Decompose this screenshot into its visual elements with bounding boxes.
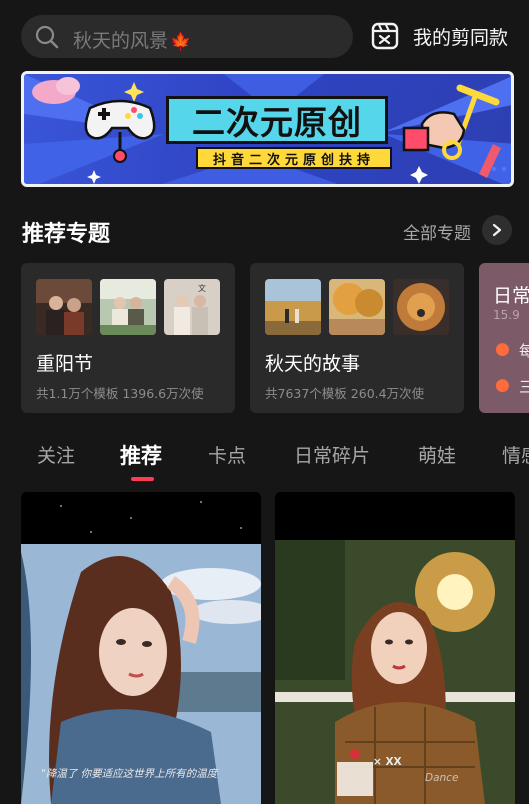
topic-thumbnail [36, 279, 92, 335]
hot-item-label: 三 [519, 378, 529, 396]
banner-subline: 抖音二次元原创扶持 [196, 147, 392, 169]
template-clip-icon [371, 22, 399, 50]
gamepad-icon [84, 99, 156, 163]
tab-beat-sync[interactable]: 卡点 [208, 441, 246, 468]
topic-card-meta: 共1.1万个模板 1396.6万次使 [36, 386, 204, 401]
all-topics-link[interactable]: 全部专题 [403, 219, 471, 244]
promo-banner[interactable]: 二次元原创 抖音二次元原创扶持 [21, 71, 514, 187]
topic-thumbnail: 文 [164, 279, 220, 335]
maple-leaf-icon: 🍁 [170, 32, 192, 52]
feed-watermark: Dance [425, 772, 459, 784]
search-icon [35, 25, 59, 49]
chevron-right-icon [492, 223, 502, 237]
svg-text:文: 文 [198, 283, 206, 293]
banner-headline: 二次元原创 [166, 96, 388, 144]
feed-caption: × XX [373, 756, 402, 768]
topic-thumbnail [100, 279, 156, 335]
my-templates-label: 我的剪同款 [413, 26, 509, 49]
search-placeholder: 秋天的风景 🍁 [73, 30, 192, 52]
topic-card-meta: 15.9 [493, 308, 520, 322]
tab-daily-fragments[interactable]: 日常碎片 [294, 441, 370, 468]
topic-thumbnail [393, 279, 449, 335]
hot-item-label: 每 [519, 342, 529, 360]
feed-caption: "降温了 你要适应这世界上所有的温度 [41, 768, 218, 780]
fire-icon: ● [495, 375, 510, 395]
fire-icon: ● [495, 339, 510, 359]
feed-card[interactable]: × XX Dance [275, 492, 515, 804]
topic-card-autumn-story[interactable]: 秋天的故事 共7637个模板 260.4万次使 [250, 263, 464, 413]
topic-thumbnail [265, 279, 321, 335]
featured-topics-title: 推荐专题 [22, 222, 111, 247]
topic-card-name: 重阳节 [36, 353, 94, 375]
topic-card-name: 日常 [493, 285, 529, 307]
topic-card-meta: 共7637个模板 260.4万次使 [265, 386, 425, 401]
active-tab-indicator [131, 477, 154, 481]
feed-card[interactable]: "降温了 你要适应这世界上所有的温度 [21, 492, 261, 804]
fist-lever-icon [402, 84, 500, 160]
my-templates-button[interactable]: 我的剪同款 [370, 20, 520, 52]
search-bar[interactable]: 秋天的风景 🍁 [21, 15, 353, 58]
topic-card-chongyang[interactable]: 文 重阳节 共1.1万个模板 1396.6万次使 [21, 263, 235, 413]
tab-follow[interactable]: 关注 [37, 441, 75, 468]
all-topics-arrow-button[interactable] [482, 215, 512, 245]
video-thumbnail [21, 492, 261, 804]
tab-recommend[interactable]: 推荐 [120, 440, 162, 470]
topic-card-name: 秋天的故事 [265, 353, 361, 375]
topic-thumbnail [329, 279, 385, 335]
tab-emotion[interactable]: 情感 [502, 441, 529, 468]
topic-card-daily[interactable]: 日常 15.9 ● 每 ● 三 [479, 263, 529, 413]
tab-cute-babies[interactable]: 萌娃 [418, 441, 456, 468]
